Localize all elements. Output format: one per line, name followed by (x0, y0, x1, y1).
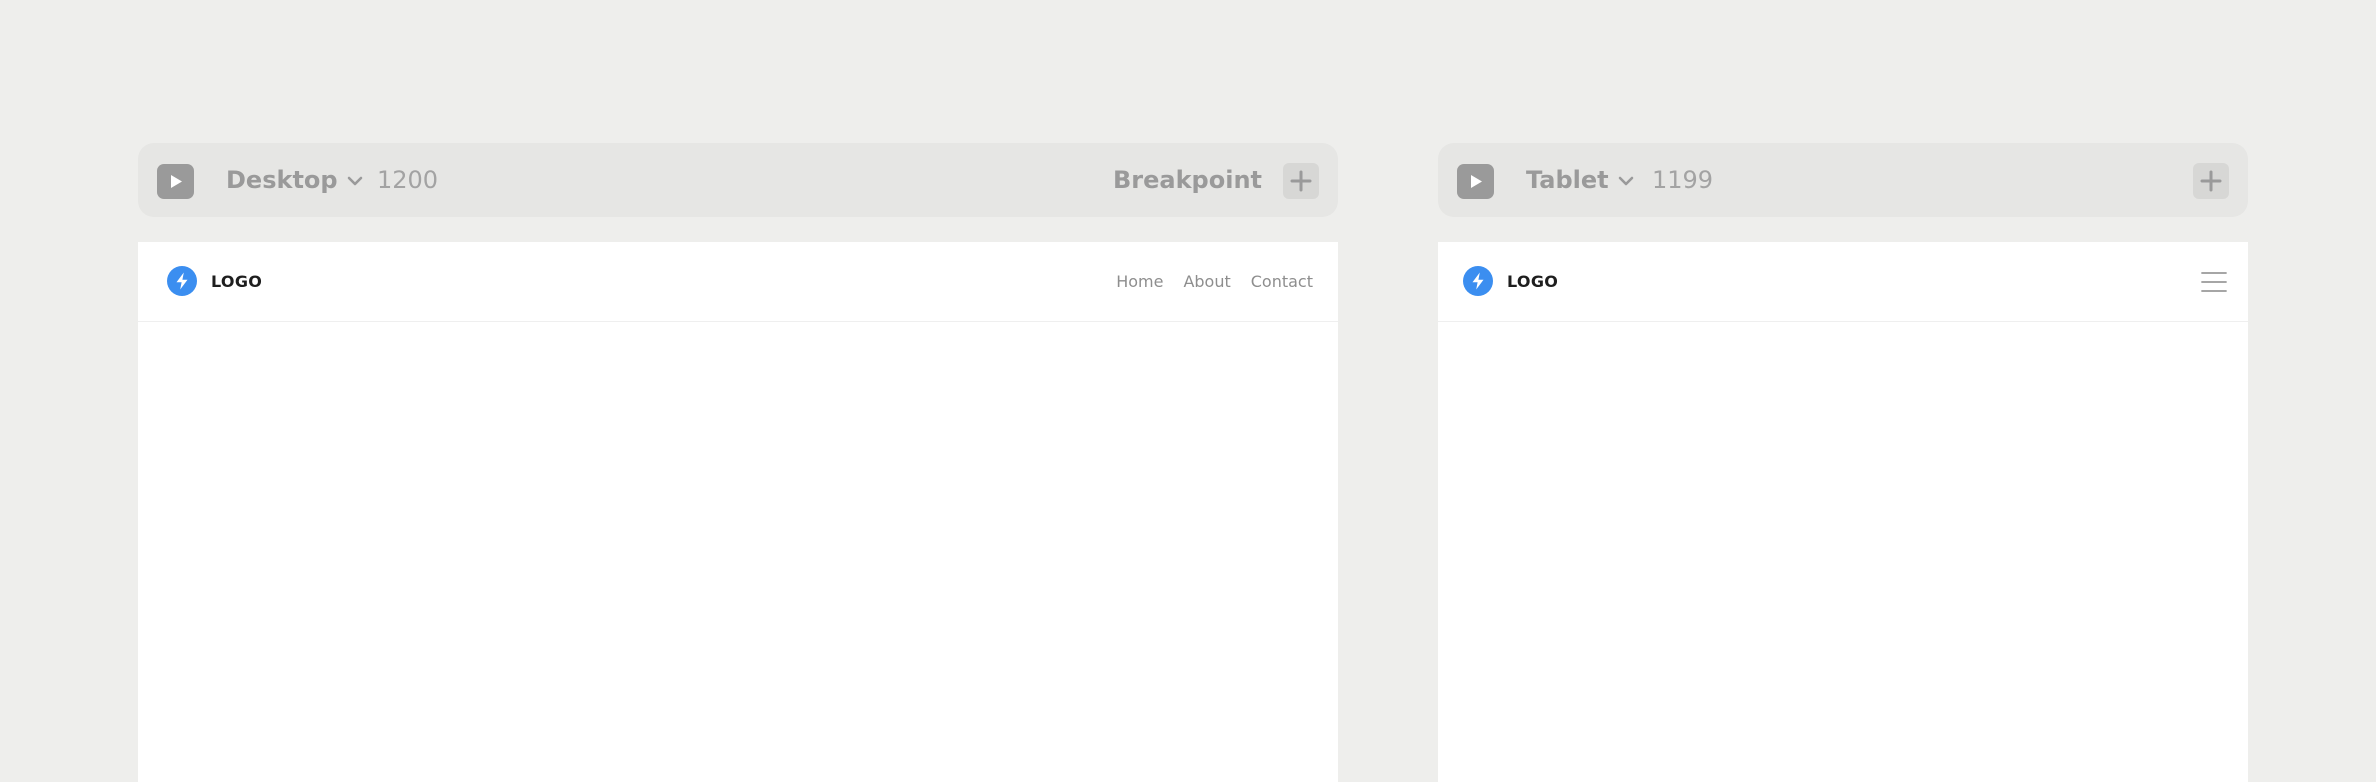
add-breakpoint-button[interactable] (1283, 163, 1319, 199)
nav-link-home[interactable]: Home (1116, 272, 1163, 291)
chevron-down-icon (347, 176, 362, 185)
device-select-label: Desktop (226, 166, 338, 194)
device-select-label: Tablet (1526, 166, 1609, 194)
add-breakpoint-button[interactable] (2193, 163, 2229, 199)
breakpoint-width-value[interactable]: 1200 (377, 143, 438, 217)
site-header: LOGO Home About Contact (138, 242, 1338, 322)
preview-play-button[interactable] (157, 164, 194, 199)
site-header: LOGO (1438, 242, 2248, 322)
page-canvas[interactable]: LOGO Home About Contact (138, 242, 1338, 782)
device-select[interactable]: Desktop (226, 143, 363, 217)
chevron-down-icon (1618, 176, 1633, 185)
breakpoint-width-value[interactable]: 1199 (1652, 143, 1713, 217)
breakpoint-toolbar: Desktop 1200 Breakpoint (138, 143, 1338, 217)
plus-icon (1290, 170, 1312, 192)
hamburger-menu-icon[interactable] (2201, 271, 2227, 293)
play-icon (171, 175, 182, 188)
add-breakpoint-label[interactable]: Breakpoint (1113, 143, 1262, 217)
play-icon (1471, 175, 1482, 188)
preview-play-button[interactable] (1457, 164, 1494, 199)
logo-text[interactable]: LOGO (1507, 242, 1558, 321)
lightning-bolt-icon (1463, 266, 1493, 296)
site-nav: Home About Contact (1116, 242, 1313, 321)
nav-link-contact[interactable]: Contact (1251, 272, 1313, 291)
plus-icon (2200, 170, 2222, 192)
page-canvas[interactable]: LOGO (1438, 242, 2248, 782)
device-select[interactable]: Tablet (1526, 143, 1634, 217)
logo-text[interactable]: LOGO (211, 242, 262, 321)
breakpoint-toolbar: Tablet 1199 (1438, 143, 2248, 217)
nav-link-about[interactable]: About (1183, 272, 1230, 291)
lightning-bolt-icon (167, 266, 197, 296)
